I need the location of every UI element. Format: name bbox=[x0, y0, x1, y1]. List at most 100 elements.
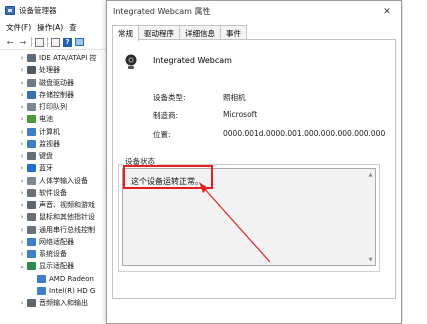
menu-action[interactable]: 操作(A) bbox=[37, 22, 63, 33]
device-category-icon bbox=[27, 152, 36, 160]
tree-item-label: 打印队列 bbox=[39, 103, 67, 111]
chevron-right-icon[interactable]: › bbox=[18, 250, 26, 258]
device-category-icon bbox=[27, 127, 36, 136]
device-category-icon bbox=[27, 188, 36, 197]
tree-item[interactable]: ⌄ 显示适配器 bbox=[18, 260, 74, 272]
tree-item-label: 软件设备 bbox=[39, 188, 67, 197]
tree-item-label: 通用串行总线控制 bbox=[39, 225, 95, 234]
tree-item-label: 存储控制器 bbox=[39, 90, 74, 99]
chevron-right-icon[interactable]: › bbox=[18, 213, 26, 221]
tree-item[interactable]: › IDE ATA/ATAPI 控 bbox=[18, 52, 97, 64]
tree-item[interactable]: › 声音、视频和游戏 bbox=[18, 199, 95, 211]
chevron-right-icon[interactable]: › bbox=[18, 201, 26, 209]
tree-item[interactable]: › 磁盘驱动器 bbox=[18, 77, 74, 89]
tree-item-label: 人体学输入设备 bbox=[39, 176, 88, 185]
tree-item[interactable]: › 软件设备 bbox=[18, 187, 67, 199]
tab-general[interactable]: 常规 bbox=[112, 25, 139, 41]
chevron-right-icon[interactable]: › bbox=[18, 152, 26, 160]
tree-item-label: 显示适配器 bbox=[39, 262, 74, 271]
tree-item-label: 监视器 bbox=[39, 139, 60, 148]
tree-item[interactable]: AMD Radeon bbox=[28, 273, 94, 285]
tree-item-label: 处理器 bbox=[39, 66, 60, 75]
device-type-value: 照相机 bbox=[223, 93, 246, 102]
device-manager-titlebar: 设备管理器 bbox=[0, 0, 111, 20]
dialog-tabs: 常规 驱动程序 详细信息 事件 bbox=[112, 25, 247, 41]
tree-item-label: 电池 bbox=[39, 115, 53, 124]
device-category-icon bbox=[27, 176, 36, 185]
tree-item[interactable]: › 通用串行总线控制 bbox=[18, 224, 95, 236]
tree-item[interactable]: › 人体学输入设备 bbox=[18, 175, 88, 187]
chevron-right-icon[interactable]: › bbox=[18, 128, 26, 136]
tab-details[interactable]: 详细信息 bbox=[179, 25, 221, 40]
chevron-right-icon[interactable]: › bbox=[18, 103, 26, 111]
view-icon[interactable] bbox=[51, 37, 60, 47]
toolbar-separator bbox=[31, 37, 32, 47]
device-category-icon bbox=[27, 250, 36, 258]
device-category-icon bbox=[37, 286, 46, 295]
chevron-right-icon[interactable]: › bbox=[18, 79, 26, 87]
device-type-label: 设备类型: bbox=[153, 93, 186, 102]
chevron-right-icon[interactable]: › bbox=[18, 189, 26, 197]
status-highlight-box bbox=[123, 165, 213, 189]
chevron-right-icon[interactable]: › bbox=[18, 115, 26, 123]
chevron-down-icon[interactable]: ⌄ bbox=[18, 262, 26, 270]
tree-item[interactable]: › 音频输入和输出 bbox=[18, 297, 88, 309]
help-icon[interactable]: ? bbox=[63, 37, 72, 47]
chevron-right-icon[interactable]: › bbox=[18, 140, 26, 148]
tab-events[interactable]: 事件 bbox=[220, 25, 247, 40]
chevron-right-icon[interactable]: › bbox=[18, 177, 26, 185]
tree-item[interactable]: › 处理器 bbox=[18, 64, 60, 76]
tree-item-label: 蓝牙 bbox=[39, 164, 53, 173]
location-value: 0000.001d.0000.001.000.000.000.000.000 bbox=[223, 129, 386, 138]
device-category-icon bbox=[27, 54, 36, 62]
chevron-right-icon[interactable]: › bbox=[18, 66, 26, 74]
tree-item[interactable]: › 监视器 bbox=[18, 138, 60, 150]
device-category-icon bbox=[37, 274, 46, 283]
back-arrow-icon[interactable]: ← bbox=[5, 37, 15, 47]
monitor-icon[interactable] bbox=[75, 38, 84, 46]
tree-item[interactable]: › 计算机 bbox=[18, 126, 60, 138]
device-category-icon bbox=[27, 90, 36, 99]
properties-icon[interactable] bbox=[35, 37, 44, 47]
device-category-icon bbox=[27, 237, 36, 246]
device-manager-window: 设备管理器 文件(F) 操作(A) 查 ← → ? › IDE ATA/ATAPI… bbox=[0, 0, 112, 324]
tree-item[interactable]: Intel(R) HD G bbox=[28, 285, 95, 297]
tree-item-label: 系统设备 bbox=[39, 250, 67, 258]
chevron-right-icon[interactable]: › bbox=[18, 164, 26, 172]
tree-item[interactable]: › 打印队列 bbox=[18, 101, 67, 113]
scroll-down-icon[interactable]: ▼ bbox=[367, 256, 374, 263]
tree-item[interactable]: › 网络适配器 bbox=[18, 236, 74, 248]
menu-view[interactable]: 查 bbox=[69, 22, 77, 33]
close-icon[interactable]: ✕ bbox=[379, 4, 395, 20]
tree-item[interactable]: › 电池 bbox=[18, 113, 53, 125]
chevron-right-icon[interactable]: › bbox=[18, 226, 26, 234]
device-category-icon bbox=[27, 66, 36, 75]
chevron-right-icon[interactable]: › bbox=[18, 299, 26, 307]
toolbar-separator bbox=[47, 37, 48, 47]
tree-item[interactable]: › 系统设备 bbox=[18, 248, 67, 260]
properties-dialog: Integrated Webcam 属性 ✕ 常规 驱动程序 详细信息 事件 I… bbox=[106, 0, 402, 324]
device-category-icon bbox=[27, 164, 36, 173]
tree-item[interactable]: › 存储控制器 bbox=[18, 89, 74, 101]
device-manager-icon bbox=[5, 5, 15, 15]
tree-item-label: 鼠标和其他指针设 bbox=[39, 213, 95, 222]
tree-item[interactable]: › 蓝牙 bbox=[18, 162, 53, 174]
chevron-right-icon[interactable]: › bbox=[18, 91, 26, 99]
menu-file[interactable]: 文件(F) bbox=[6, 22, 31, 33]
tree-item[interactable]: › 鼠标和其他指针设 bbox=[18, 211, 95, 223]
dialog-title: Integrated Webcam 属性 bbox=[113, 7, 211, 16]
chevron-right-icon[interactable]: › bbox=[18, 238, 26, 246]
chevron-right-icon[interactable]: › bbox=[18, 54, 26, 62]
manufacturer-value: Microsoft bbox=[223, 110, 258, 119]
tree-item-label: 声音、视频和游戏 bbox=[39, 201, 95, 209]
forward-arrow-icon[interactable]: → bbox=[18, 37, 28, 47]
device-category-icon bbox=[27, 115, 36, 124]
tree-item-label: 磁盘驱动器 bbox=[39, 78, 74, 87]
device-category-icon bbox=[27, 201, 36, 209]
device-category-icon bbox=[27, 262, 36, 271]
webcam-icon bbox=[125, 54, 137, 69]
scroll-up-icon[interactable]: ▲ bbox=[367, 171, 374, 178]
tree-item[interactable]: › 键盘 bbox=[18, 150, 53, 162]
tree-item-label: 网络适配器 bbox=[39, 237, 74, 246]
tab-driver[interactable]: 驱动程序 bbox=[138, 25, 180, 40]
